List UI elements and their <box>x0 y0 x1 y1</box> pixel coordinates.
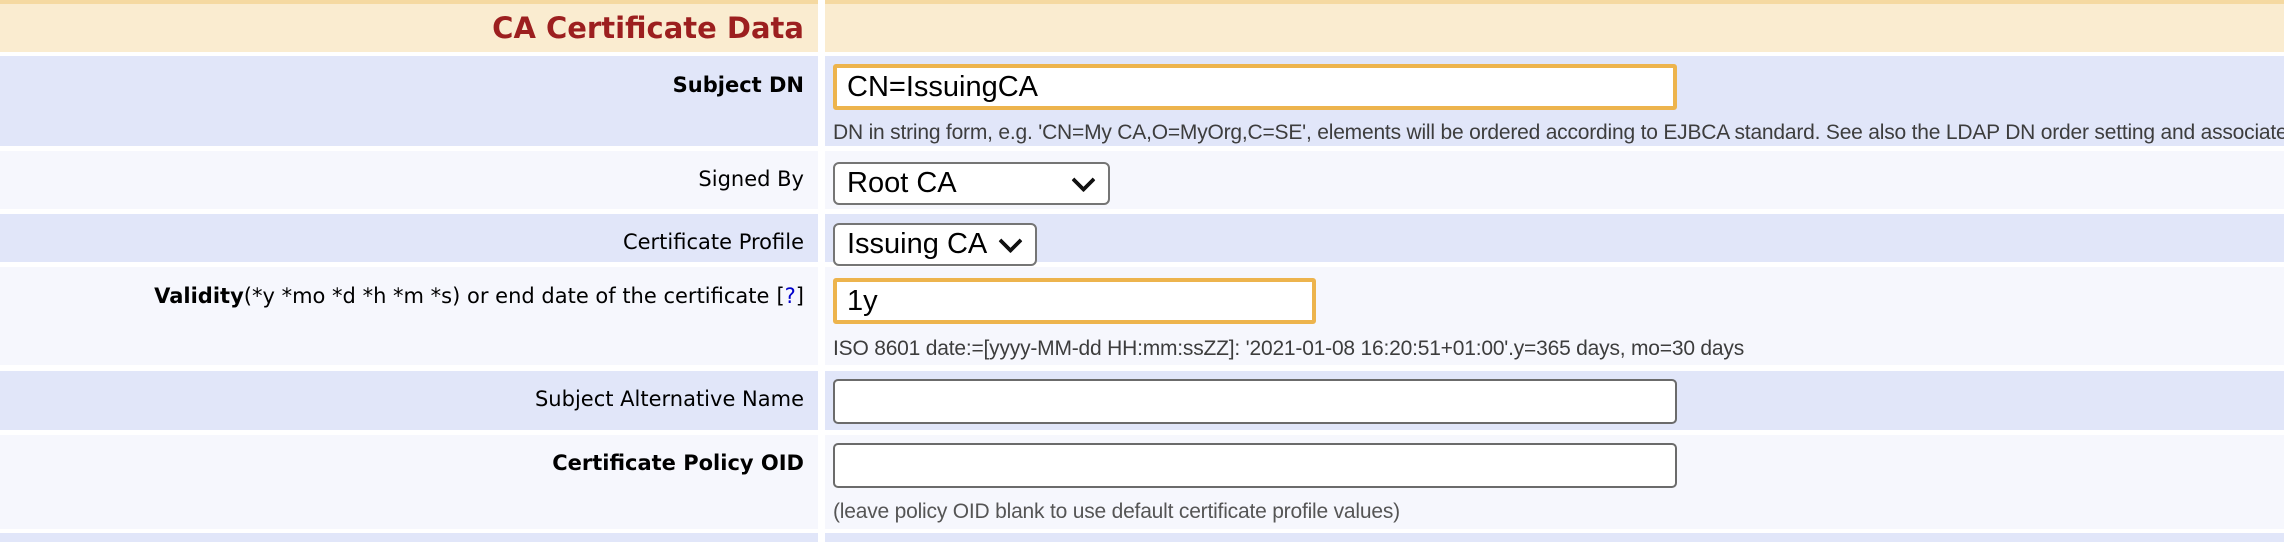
certificate-profile-label: Certificate Profile <box>623 229 804 262</box>
column-divider <box>818 533 825 542</box>
signed-by-label: Signed By <box>698 166 804 209</box>
certificate-policy-oid-input[interactable] <box>833 443 1677 488</box>
validity-input[interactable] <box>833 278 1316 324</box>
subject-dn-label: Subject DN <box>673 72 804 146</box>
subject-alternative-name-input[interactable] <box>833 379 1677 424</box>
validity-help-text: ISO 8601 date:=[yyyy-MM-dd HH:mm:ssZZ]: … <box>833 337 2284 361</box>
signed-by-select[interactable]: Root CA <box>833 162 1110 205</box>
certificate-profile-selected-value: Issuing CA <box>847 228 987 261</box>
subject-alternative-name-label: Subject Alternative Name <box>535 386 804 430</box>
certificate-profile-select[interactable]: Issuing CA <box>833 223 1037 266</box>
subject-alternative-name-row: Subject Alternative Name <box>0 371 2284 430</box>
column-divider <box>818 371 825 430</box>
validity-row: Validity(*y *mo *d *h *m *s) or end date… <box>0 267 2284 365</box>
subject-dn-help-text: DN in string form, e.g. 'CN=My CA,O=MyOr… <box>833 121 2284 145</box>
chevron-down-icon <box>998 229 1022 253</box>
column-divider <box>818 4 825 52</box>
column-divider <box>818 56 825 146</box>
page-title: CA Certificate Data <box>492 11 804 45</box>
bottom-strip <box>0 533 2284 542</box>
column-divider <box>818 435 825 529</box>
column-divider <box>818 151 825 209</box>
validity-help-link[interactable]: ? <box>785 284 796 308</box>
subject-dn-input[interactable] <box>833 64 1677 110</box>
validity-label: Validity(*y *mo *d *h *m *s) or end date… <box>154 283 804 365</box>
section-header-row: CA Certificate Data <box>0 4 2284 52</box>
subject-dn-row: Subject DN DN in string form, e.g. 'CN=M… <box>0 56 2284 146</box>
chevron-down-icon <box>1071 168 1095 192</box>
certificate-policy-oid-help-text: (leave policy OID blank to use default c… <box>833 500 2284 524</box>
certificate-profile-row: Certificate Profile Issuing CA <box>0 214 2284 262</box>
certificate-policy-oid-row: Certificate Policy OID (leave policy OID… <box>0 435 2284 529</box>
signed-by-selected-value: Root CA <box>847 167 957 200</box>
certificate-policy-oid-label: Certificate Policy OID <box>552 450 804 529</box>
column-divider <box>818 267 825 365</box>
signed-by-row: Signed By Root CA <box>0 151 2284 209</box>
column-divider <box>818 214 825 262</box>
